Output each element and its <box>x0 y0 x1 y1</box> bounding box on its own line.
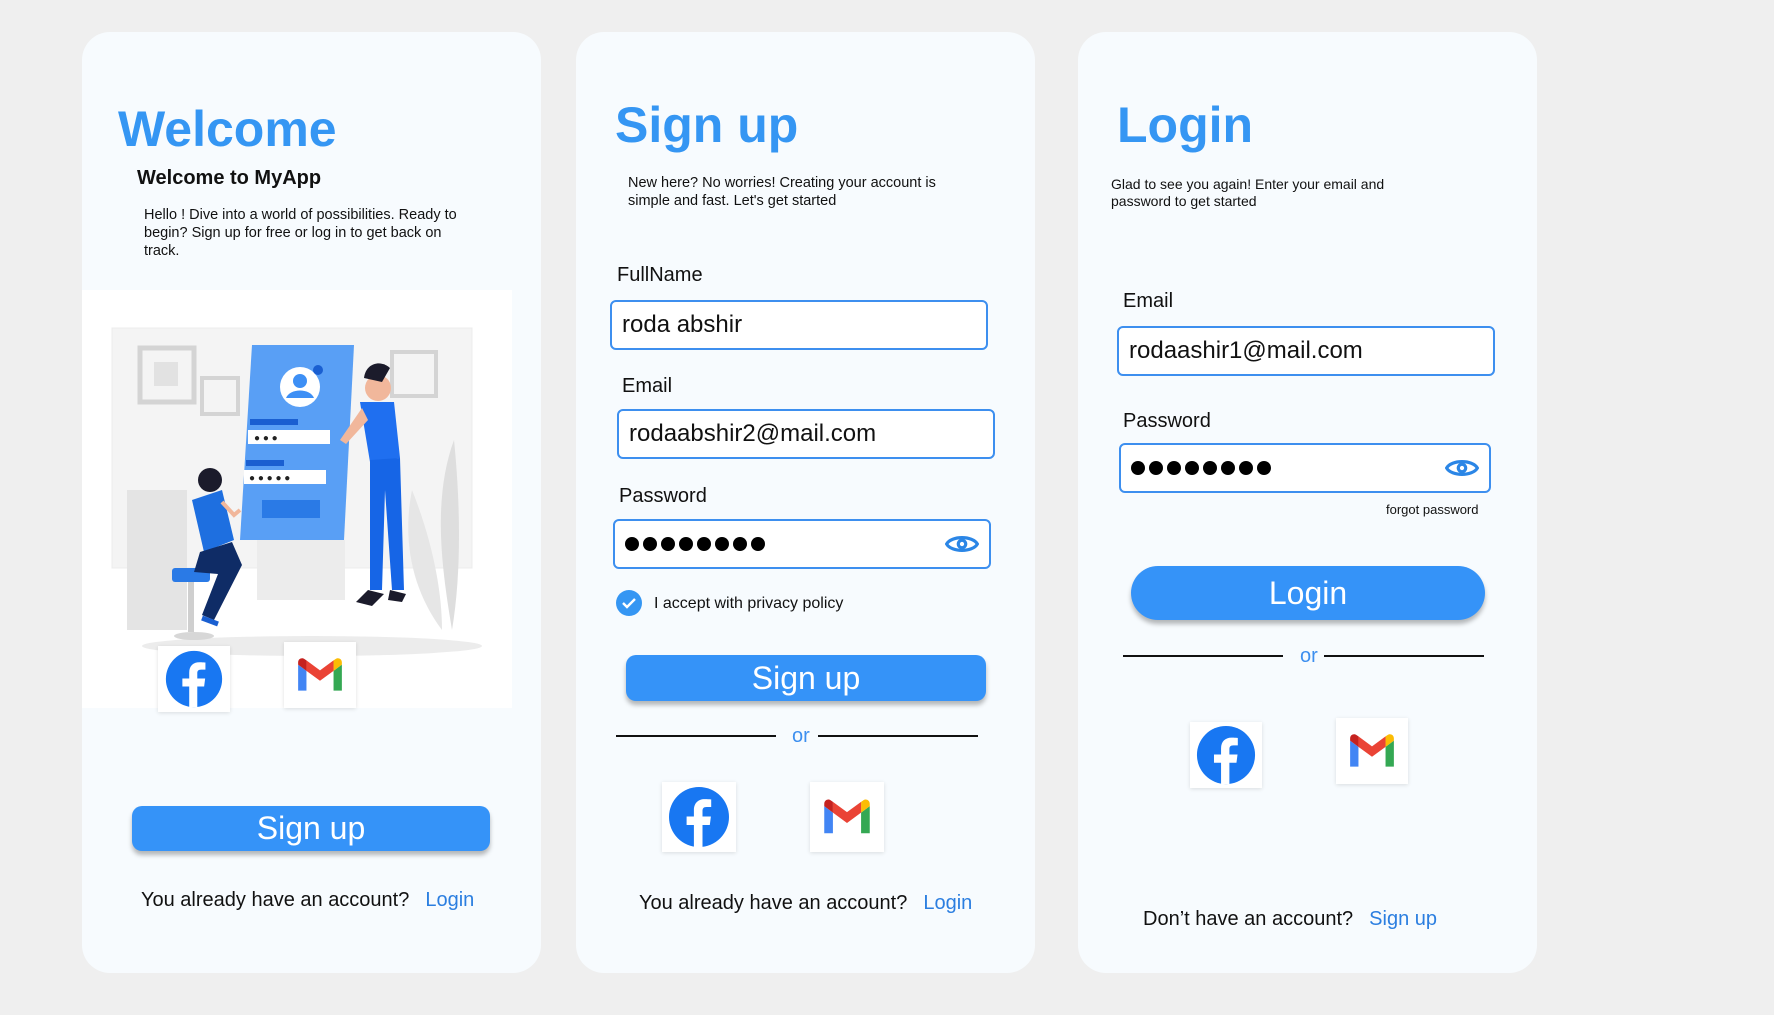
or-text: or <box>792 725 810 747</box>
password-dot <box>679 537 693 551</box>
welcome-signup-button[interactable]: Sign up <box>132 806 490 851</box>
login-description: Glad to see you again! Enter your email … <box>1111 176 1385 209</box>
signup-password-field[interactable] <box>613 519 991 569</box>
fullname-field[interactable]: roda abshir <box>610 300 988 350</box>
or-divider-right <box>818 735 978 737</box>
welcome-description: Hello ! Dive into a world of possibiliti… <box>144 207 457 259</box>
eye-icon[interactable] <box>1445 456 1479 480</box>
facebook-login-button[interactable] <box>1190 722 1262 788</box>
signup-button-label: Sign up <box>751 659 861 696</box>
signup-description: New here? No worries! Creating your acco… <box>628 175 936 209</box>
signup-email-field[interactable]: rodaabshir2@mail.com <box>617 409 995 459</box>
signup-title: Sign up <box>615 97 799 153</box>
forgot-password-link[interactable]: forgot password <box>1386 502 1479 517</box>
login-footer: Don’t have an account? Sign up <box>1143 908 1437 931</box>
password-dot <box>661 537 675 551</box>
gmail-icon <box>295 656 345 694</box>
or-text: or <box>1300 645 1318 667</box>
password-dot <box>625 537 639 551</box>
login-password-field[interactable] <box>1119 443 1491 493</box>
gmail-login-button[interactable] <box>1336 718 1408 784</box>
password-dot <box>1257 461 1271 475</box>
login-button-label: Login <box>1268 574 1348 611</box>
welcome-signup-label: Sign up <box>256 810 366 846</box>
password-dot <box>751 537 765 551</box>
gmail-icon <box>1347 732 1397 770</box>
password-dot <box>1167 461 1181 475</box>
password-dot <box>1185 461 1199 475</box>
welcome-title: Welcome <box>118 101 337 157</box>
signup-email-label: Email <box>622 375 673 397</box>
login-signup-link[interactable]: Sign up <box>1369 908 1437 930</box>
password-dot <box>697 537 711 551</box>
facebook-icon <box>164 649 224 709</box>
welcome-footer: You already have an account? Login <box>141 889 474 912</box>
facebook-icon <box>667 785 731 849</box>
signup-footer-text: You already have an account? <box>639 892 908 914</box>
password-dot <box>715 537 729 551</box>
login-email-label: Email <box>1123 290 1174 312</box>
login-title: Login <box>1117 97 1254 153</box>
svg-text:● ● ●: ● ● ● <box>254 433 278 444</box>
password-dot <box>1149 461 1163 475</box>
gmail-login-button[interactable] <box>284 642 356 708</box>
login-email-value: rodaashir1@mail.com <box>1129 337 1363 364</box>
privacy-checkbox[interactable] <box>616 590 642 616</box>
login-password-dots <box>1131 461 1271 475</box>
login-footer-text: Don’t have an account? <box>1143 908 1354 930</box>
gmail-login-button[interactable] <box>810 782 884 852</box>
signup-password-label: Password <box>619 485 707 507</box>
password-dot <box>643 537 657 551</box>
privacy-label: I accept with privacy policy <box>654 595 844 612</box>
signup-email-value: rodaabshir2@mail.com <box>629 420 877 447</box>
facebook-icon <box>1195 724 1257 786</box>
signup-footer: You already have an account? Login <box>639 892 972 915</box>
fullname-label: FullName <box>617 264 703 286</box>
eye-icon[interactable] <box>945 532 979 556</box>
facebook-login-button[interactable] <box>662 782 736 852</box>
fullname-value: roda abshir <box>622 311 743 338</box>
login-email-field[interactable]: rodaashir1@mail.com <box>1117 326 1495 376</box>
signup-button[interactable]: Sign up <box>626 655 986 701</box>
svg-text:● ● ● ● ●: ● ● ● ● ● <box>249 473 290 484</box>
welcome-card: Welcome Welcome to MyApp Hello ! Dive in… <box>82 32 541 973</box>
facebook-login-button[interactable] <box>158 646 230 712</box>
or-divider-left <box>616 735 776 737</box>
password-dot <box>1239 461 1253 475</box>
welcome-subtitle: Welcome to MyApp <box>137 167 322 189</box>
signup-card: Sign up New here? No worries! Creating y… <box>576 32 1035 973</box>
password-dot <box>1221 461 1235 475</box>
login-button[interactable]: Login <box>1131 566 1485 620</box>
login-card: Login Glad to see you again! Enter your … <box>1078 32 1537 973</box>
password-dot <box>1131 461 1145 475</box>
login-password-label: Password <box>1123 410 1211 432</box>
checkmark-icon <box>622 598 636 609</box>
password-dot <box>1203 461 1217 475</box>
signup-login-link[interactable]: Login <box>923 892 972 914</box>
password-dot <box>733 537 747 551</box>
or-divider-right <box>1324 655 1484 657</box>
welcome-footer-text: You already have an account? <box>141 889 410 911</box>
or-divider-left <box>1123 655 1283 657</box>
gmail-icon <box>821 797 873 837</box>
welcome-login-link[interactable]: Login <box>425 889 474 911</box>
signup-password-dots <box>625 537 765 551</box>
